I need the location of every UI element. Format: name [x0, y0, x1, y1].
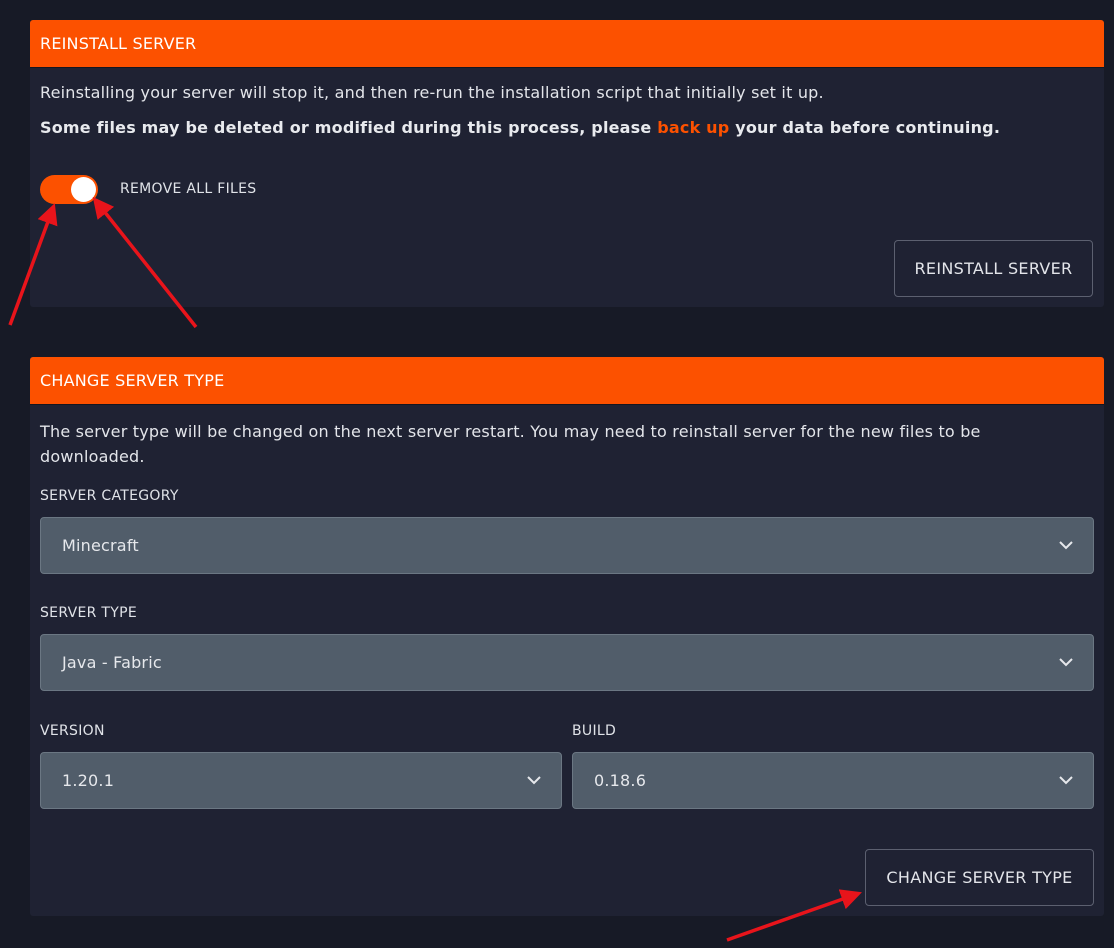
reinstall-warning-prefix: Some files may be deleted or modified du…: [40, 118, 658, 137]
server-type-label: SERVER TYPE: [40, 605, 137, 621]
server-category-select[interactable]: Minecraft: [40, 517, 1094, 574]
version-select[interactable]: 1.20.1: [40, 752, 562, 809]
reinstall-server-panel: REINSTALL SERVER Reinstalling your serve…: [30, 20, 1104, 307]
build-label: BUILD: [572, 723, 617, 739]
server-type-select[interactable]: Java - Fabric: [40, 634, 1094, 691]
reinstall-warning-suffix: your data before continuing.: [729, 118, 1001, 137]
change-server-type-panel: CHANGE SERVER TYPE The server type will …: [30, 357, 1104, 916]
back-up-link[interactable]: back up: [657, 118, 729, 137]
reinstall-server-header: REINSTALL SERVER: [30, 20, 1104, 68]
chevron-down-icon: [1059, 776, 1073, 785]
remove-all-files-label: REMOVE ALL FILES: [120, 181, 257, 197]
reinstall-warning: Some files may be deleted or modified du…: [40, 118, 1000, 137]
server-category-value: Minecraft: [62, 536, 139, 555]
build-select[interactable]: 0.18.6: [572, 752, 1094, 809]
chevron-down-icon: [1059, 541, 1073, 550]
build-value: 0.18.6: [594, 771, 647, 790]
change-server-type-header: CHANGE SERVER TYPE: [30, 357, 1104, 405]
version-value: 1.20.1: [62, 771, 115, 790]
reinstall-server-button[interactable]: REINSTALL SERVER: [894, 240, 1093, 297]
reinstall-description: Reinstalling your server will stop it, a…: [40, 83, 824, 102]
server-type-value: Java - Fabric: [62, 653, 162, 672]
server-category-label: SERVER CATEGORY: [40, 488, 179, 504]
remove-all-files-toggle[interactable]: [40, 175, 98, 204]
toggle-knob: [71, 177, 96, 202]
change-server-type-button[interactable]: CHANGE SERVER TYPE: [865, 849, 1094, 906]
version-label: VERSION: [40, 723, 105, 739]
chevron-down-icon: [1059, 658, 1073, 667]
chevron-down-icon: [527, 776, 541, 785]
change-type-description: The server type will be changed on the n…: [40, 422, 981, 466]
